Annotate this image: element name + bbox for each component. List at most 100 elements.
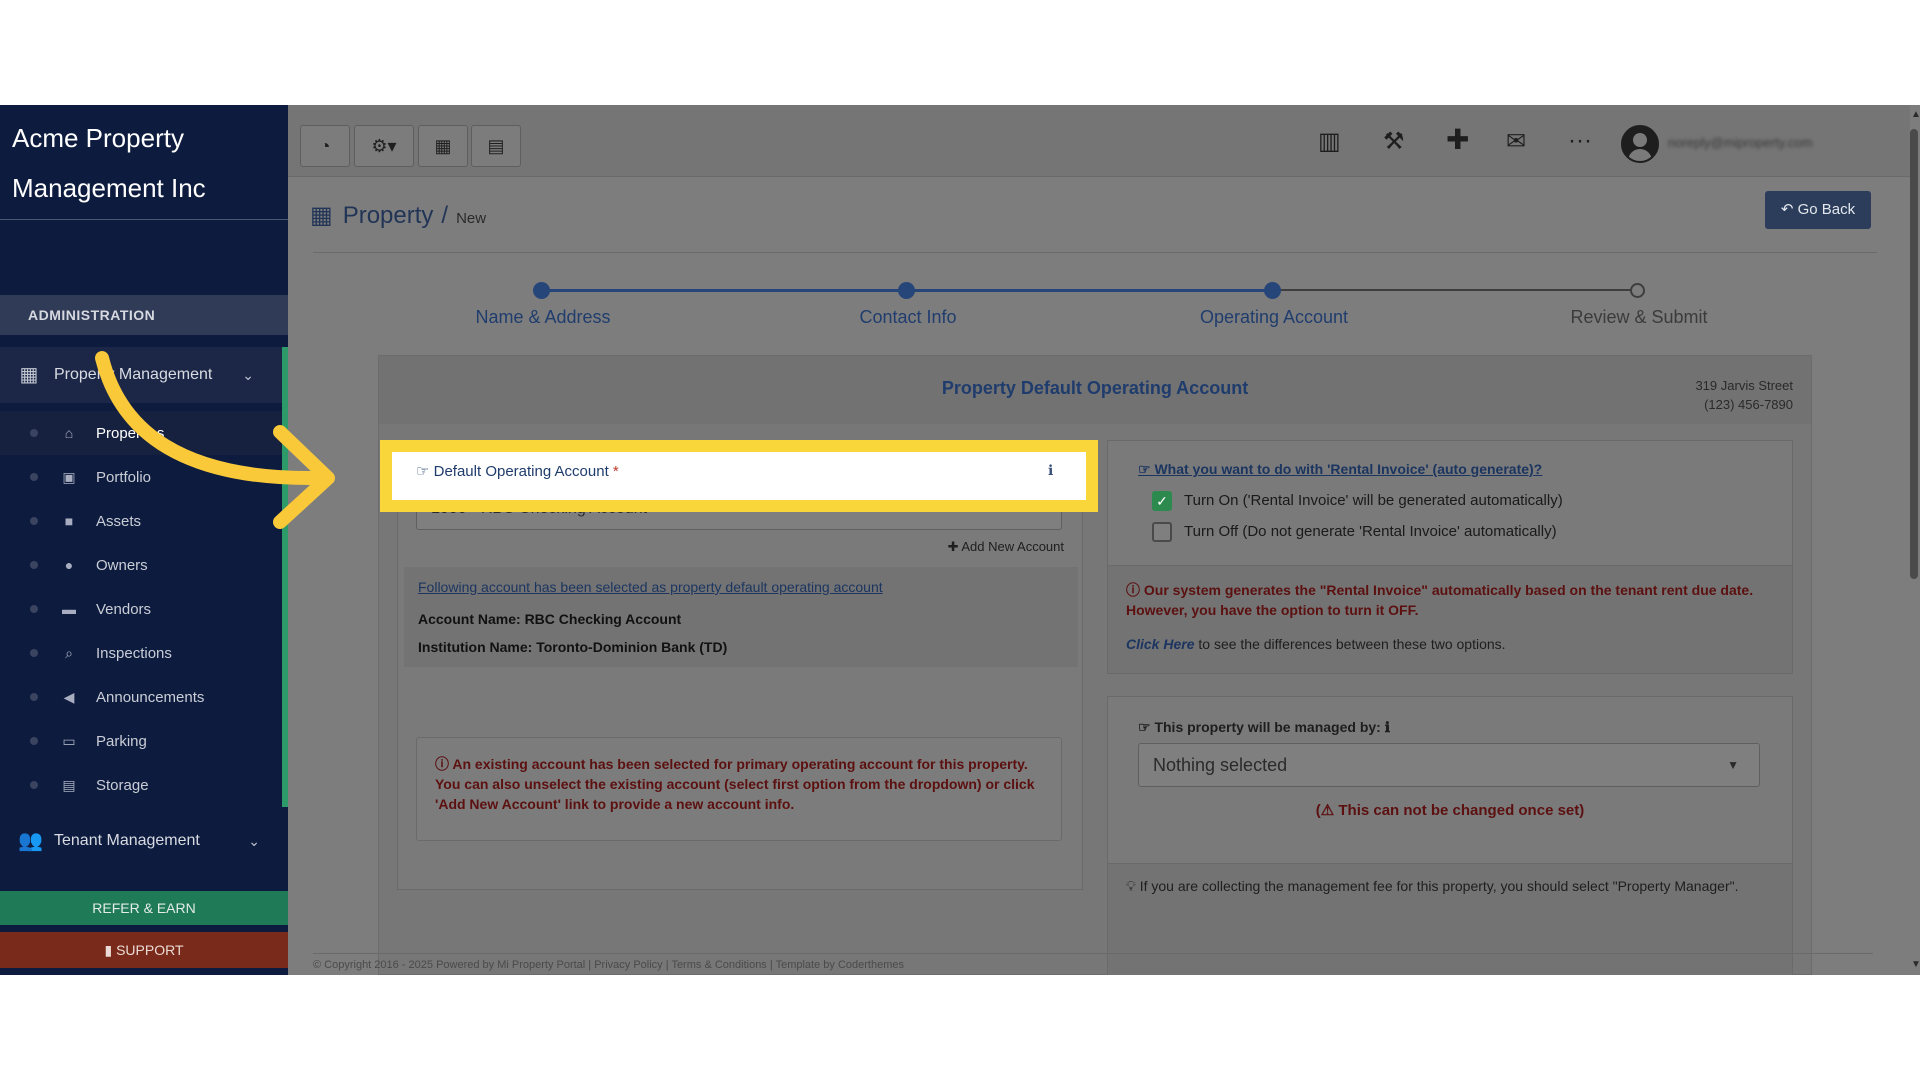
brand: Acme Property Management Inc [0, 105, 288, 220]
user-icon: ● [64, 557, 74, 573]
step-label-contact-info[interactable]: Contact Info [859, 307, 956, 328]
managed-by-panel: ☞ This property will be managed by: ℹ No… [1107, 696, 1793, 975]
section-header-administration: ADMINISTRATION [0, 295, 288, 335]
bullet-icon [30, 649, 38, 657]
brand-line1: Acme Property [12, 123, 184, 153]
user-email[interactable]: noreply@miproperty.com [1668, 135, 1812, 150]
add-new-account-label: Add New Account [961, 539, 1064, 554]
card-title: Property Default Operating Account [941, 378, 1249, 398]
divider [313, 252, 1877, 253]
managed-by-tip-body: If you are collecting the management fee… [1139, 878, 1739, 894]
bullet-icon [30, 473, 38, 481]
reply-icon: ↶ [1780, 201, 1798, 218]
search-icon: ⌕ [65, 644, 73, 661]
car-icon: ▭ [62, 732, 76, 749]
sidebar-item-label: Announcements [96, 688, 205, 706]
sidebar-item-label: Inspections [96, 644, 172, 662]
step-dot-4[interactable] [1630, 283, 1645, 298]
click-here-rest: to see the differences between these two… [1194, 636, 1506, 652]
sidebar-item-inspections[interactable]: ⌕ Inspections [0, 631, 282, 675]
plus-icon: ✚ [947, 539, 962, 554]
address-line1: 319 Jarvis Street [1695, 378, 1793, 393]
calendar-icon: ▦ [434, 135, 452, 156]
bullet-icon [30, 737, 38, 745]
sidebar-item-label: Storage [96, 776, 149, 794]
step-dot-1[interactable] [533, 282, 550, 299]
users-icon: 👥 [18, 830, 43, 852]
turn-on-checkbox[interactable]: ✓ [1152, 491, 1172, 511]
step-label-name-address[interactable]: Name & Address [475, 307, 610, 328]
address-line2: (123) 456-7890 [1704, 397, 1793, 412]
selected-account-note[interactable]: Following account has been selected as p… [418, 579, 883, 595]
sidebar-item-announcements[interactable]: ◀ Announcements [0, 675, 282, 719]
rental-invoice-notice-text: ⓘ Our system generates the "Rental Invoi… [1126, 580, 1776, 620]
wrench-icon[interactable]: ⚒ [1383, 127, 1405, 156]
warning-icon: ⚠ [1320, 802, 1339, 819]
managed-by-tip-text: 💡︎ If you are collecting the management … [1126, 876, 1776, 896]
sidebar-item-label: Owners [96, 556, 148, 574]
add-new-account-link[interactable]: ✚ Add New Account [948, 539, 1064, 555]
mail-icon[interactable]: ✉ [1506, 127, 1526, 156]
managed-by-warning: (⚠ This can not be changed once set) [1108, 801, 1792, 819]
bullet-icon [30, 693, 38, 701]
bullet-icon [30, 781, 38, 789]
chevron-down-icon: ⌄ [248, 832, 260, 849]
more-icon[interactable]: ··· [1568, 127, 1592, 155]
avatar[interactable] [1621, 125, 1659, 163]
card-header: Property Default Operating Account 319 J… [379, 356, 1811, 424]
sidebar-group-tenant-management[interactable]: 👥 Tenant Management ⌄ [0, 813, 288, 869]
rental-invoice-notice-body: Our system generates the "Rental Invoice… [1126, 582, 1754, 618]
step-dot-2[interactable] [898, 282, 915, 299]
scrollbar[interactable]: ▲ ▼ [1910, 105, 1920, 975]
turn-off-checkbox[interactable] [1152, 522, 1172, 542]
calculator-button[interactable]: ▤ [471, 125, 521, 167]
gear-icon: ⚙▾ [371, 135, 397, 156]
book-icon: ▮ [104, 942, 117, 958]
dashboard-button[interactable]: ◔ [300, 125, 350, 167]
click-here-link[interactable]: Click Here [1126, 636, 1194, 652]
building-icon: ▦ [310, 202, 333, 229]
support-button[interactable]: ▮ SUPPORT [0, 932, 288, 968]
sidebar-item-parking[interactable]: ▭ Parking [0, 719, 282, 763]
annotation-arrow-icon [95, 351, 335, 529]
dashboard-icon: ◔ [319, 135, 331, 156]
refer-earn-button[interactable]: REFER & EARN [0, 891, 288, 925]
step-dot-3[interactable] [1264, 282, 1281, 299]
sidebar-item-owners[interactable]: ● Owners [0, 543, 282, 587]
turn-on-label[interactable]: Turn On ('Rental Invoice' will be genera… [1184, 492, 1563, 509]
bar-chart-icon[interactable]: ▥ [1318, 127, 1341, 156]
megaphone-icon: ◀ [63, 688, 75, 705]
managed-by-select-value: Nothing selected [1153, 755, 1288, 775]
rental-invoice-question-text: What you want to do with 'Rental Invoice… [1154, 461, 1543, 477]
storage-icon: ▤ [62, 776, 76, 793]
scroll-up-icon[interactable]: ▲ [1911, 109, 1920, 120]
sidebar-item-label: Vendors [96, 600, 152, 618]
property-address: 319 Jarvis Street (123) 456-7890 [1695, 376, 1793, 414]
hand-point-icon: ☞ [1138, 461, 1155, 477]
rental-invoice-question: ☞ What you want to do with 'Rental Invoi… [1138, 461, 1542, 478]
step-label-review-submit[interactable]: Review & Submit [1570, 307, 1707, 328]
managed-by-select[interactable]: Nothing selected ▼ [1138, 743, 1760, 787]
sidebar-item-label: Parking [96, 732, 147, 750]
brand-line2: Management Inc [12, 173, 206, 203]
scrollbar-thumb[interactable] [1910, 129, 1918, 579]
page-title-text: Property [342, 202, 434, 229]
rental-invoice-panel: ☞ What you want to do with 'Rental Invoi… [1107, 440, 1793, 674]
breadcrumb-separator: / [441, 202, 449, 229]
settings-dropdown-button[interactable]: ⚙▾ [354, 125, 414, 167]
go-back-button[interactable]: ↶ Go Back [1765, 191, 1871, 229]
selected-account-summary: Following account has been selected as p… [404, 567, 1078, 667]
calendar-button[interactable]: ▦ [418, 125, 468, 167]
account-name: Account Name: RBC Checking Account [418, 611, 682, 627]
page-title: ▦ Property / New [310, 201, 486, 230]
archive-icon: ■ [64, 513, 74, 529]
info-icon[interactable]: ℹ [1385, 719, 1390, 735]
sidebar-item-storage[interactable]: ▤ Storage [0, 763, 282, 807]
bullet-icon [30, 429, 38, 437]
scroll-down-icon[interactable]: ▼ [1911, 959, 1920, 970]
turn-off-label[interactable]: Turn Off (Do not generate 'Rental Invoic… [1184, 523, 1557, 540]
sidebar-item-vendors[interactable]: ▬ Vendors [0, 587, 282, 631]
support-label: SUPPORT [116, 942, 184, 958]
step-label-operating-account[interactable]: Operating Account [1200, 307, 1348, 328]
plus-icon[interactable]: ✚ [1446, 123, 1469, 156]
